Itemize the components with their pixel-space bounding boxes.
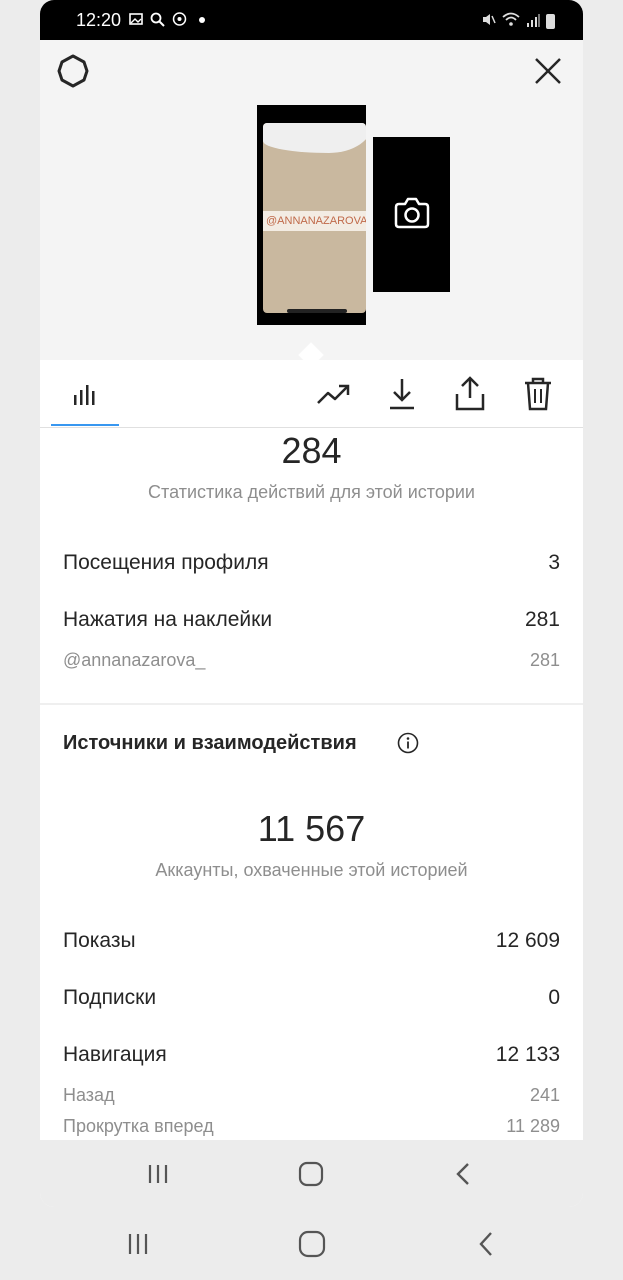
metric-subrow-mention: @annanazarova_ 281: [63, 650, 560, 671]
metric-subvalue: 11 289: [506, 1116, 560, 1136]
status-time: 12:20: [76, 10, 122, 30]
inner-navigation-bar: [40, 1140, 583, 1207]
metric-subrow-forward: Прокрутка вперед 11 289: [63, 1116, 560, 1137]
insights-bars-icon[interactable]: [65, 374, 105, 414]
metric-sublabel: Прокрутка вперед: [63, 1116, 214, 1136]
story-phone-shape: [287, 309, 347, 313]
status-left-icons: [128, 12, 209, 27]
metric-row-navigation: Навигация 12 133: [63, 1043, 560, 1067]
reach-total: 11 567: [257, 808, 366, 849]
metric-value: 12 609: [495, 929, 560, 952]
metric-value: 3: [548, 551, 560, 574]
metric-sublabel: Назад: [63, 1085, 115, 1105]
recents-icon[interactable]: [140, 1158, 176, 1190]
metric-value: 281: [524, 608, 560, 631]
mention-sticker: @ANNANAZAROVA_: [263, 211, 366, 231]
search-icon: [150, 12, 165, 27]
home-icon[interactable]: [294, 1227, 330, 1261]
dot-icon: [194, 12, 209, 27]
signal-icon: [526, 13, 540, 30]
metric-label: Посещения профиля: [63, 551, 269, 574]
back-icon[interactable]: [445, 1158, 481, 1190]
download-icon[interactable]: [382, 374, 422, 414]
image-icon: [128, 12, 143, 27]
active-tab-indicator: [51, 424, 119, 426]
viber-icon: [172, 12, 187, 27]
reach-caption: Аккаунты, охваченные этой историей: [155, 860, 468, 880]
close-icon[interactable]: [533, 56, 563, 86]
info-icon[interactable]: [397, 732, 419, 754]
trash-icon[interactable]: [518, 374, 558, 414]
system-navigation-bar: [0, 1207, 623, 1280]
story-thumbnail[interactable]: @ANNANAZAROVA_: [257, 105, 366, 325]
battery-icon: [546, 13, 555, 29]
metric-label: Подписки: [63, 986, 157, 1009]
home-icon[interactable]: [293, 1158, 329, 1190]
mute-icon: [481, 12, 496, 30]
add-story-card[interactable]: [373, 137, 450, 292]
back-icon[interactable]: [468, 1227, 504, 1261]
metric-subrow-back: Назад 241: [63, 1085, 560, 1106]
metric-row-profile-visits: Посещения профиля 3: [63, 551, 560, 575]
metric-sublabel: @annanazarova_: [63, 650, 206, 670]
metric-label: Навигация: [63, 1043, 167, 1066]
metric-label: Нажатия на наклейки: [63, 608, 273, 631]
interactions-total: 284: [281, 430, 342, 471]
story-wave-shape: [263, 123, 366, 153]
metric-row-sticker-taps: Нажатия на наклейки 281: [63, 608, 560, 632]
phone-screen: 12:20 @ANNANAZAROVA_ 284 Статистика дейс…: [40, 0, 583, 1207]
recents-icon[interactable]: [120, 1227, 156, 1261]
section-title-discovery: Источники и взаимодействия: [63, 732, 357, 754]
status-right-icons: [481, 12, 555, 30]
trend-up-icon[interactable]: [314, 374, 354, 414]
metric-subvalue: 281: [529, 650, 560, 670]
interactions-caption: Статистика действий для этой истории: [148, 482, 475, 502]
story-image: @ANNANAZAROVA_: [263, 123, 366, 313]
metric-label: Показы: [63, 929, 136, 952]
insights-content[interactable]: 284 Статистика действий для этой истории…: [40, 428, 583, 1140]
metric-subvalue: 241: [529, 1085, 560, 1105]
gear-icon[interactable]: [56, 54, 90, 88]
story-preview-header: @ANNANAZAROVA_: [40, 40, 583, 368]
wifi-icon: [502, 12, 520, 30]
metric-value: 0: [548, 986, 560, 1009]
metric-value: 12 133: [495, 1043, 560, 1066]
action-tab-bar: [40, 360, 583, 428]
camera-icon: [394, 197, 430, 229]
metric-row-impressions: Показы 12 609: [63, 929, 560, 953]
share-icon[interactable]: [450, 374, 490, 414]
status-bar: 12:20: [40, 0, 583, 40]
section-divider: [40, 703, 583, 705]
metric-row-follows: Подписки 0: [63, 986, 560, 1010]
